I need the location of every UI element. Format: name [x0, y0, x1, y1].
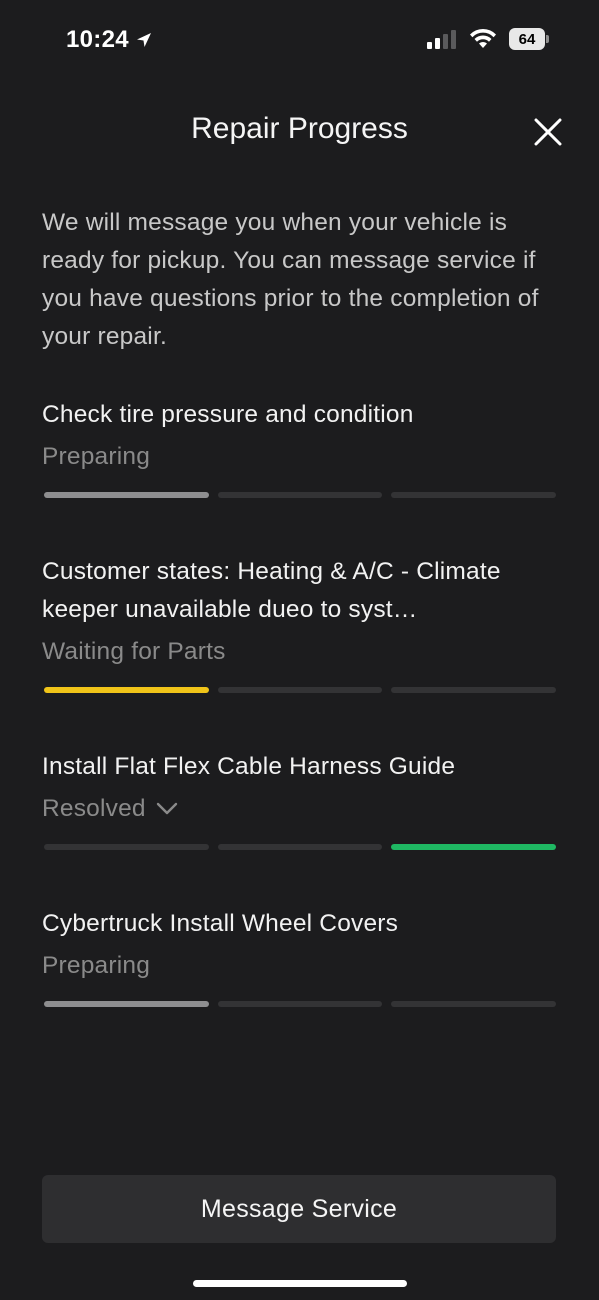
repair-item: Check tire pressure and condition Prepar…	[42, 396, 557, 498]
repair-item-status-toggle[interactable]: Resolved	[42, 790, 556, 828]
repair-item-status: Waiting for Parts	[42, 633, 556, 671]
progress-segment	[44, 844, 209, 850]
wifi-icon	[470, 28, 496, 48]
progress-segment	[391, 492, 557, 498]
chevron-down-icon	[156, 802, 177, 815]
repair-item-status-text: Resolved	[42, 795, 146, 822]
repair-item: Cybertruck Install Wheel Covers Preparin…	[42, 905, 557, 1007]
message-service-button[interactable]: Message Service	[42, 1175, 556, 1243]
battery-level: 64	[509, 28, 545, 50]
progress-segment	[217, 687, 383, 693]
home-indicator[interactable]	[193, 1280, 407, 1287]
cellular-signal-icon	[427, 30, 456, 49]
repair-item-status-text: Preparing	[42, 443, 151, 470]
repair-item: Customer states: Heating & A/C - Climate…	[42, 553, 557, 693]
progress-segment	[391, 687, 557, 693]
close-icon	[534, 118, 562, 146]
progress-bar	[44, 844, 557, 850]
battery-cap	[546, 35, 549, 43]
progress-segment	[44, 492, 209, 498]
repair-item-title: Customer states: Heating & A/C - Climate…	[42, 558, 501, 623]
repair-item-title: Check tire pressure and condition	[42, 401, 414, 428]
repair-item-title: Cybertruck Install Wheel Covers	[42, 910, 399, 937]
repair-item-status: Preparing	[42, 947, 556, 985]
close-button[interactable]	[533, 117, 563, 147]
progress-segment	[217, 1001, 383, 1007]
battery-icon: 64	[509, 28, 549, 50]
status-time: 10:24	[66, 26, 153, 54]
location-arrow-icon	[136, 33, 151, 47]
repair-item-status-text: Waiting for Parts	[42, 638, 226, 665]
page-title: Repair Progress	[191, 112, 408, 145]
repair-progress-screen: 10:24 64 Repair Progress We will message…	[0, 0, 599, 1300]
repair-item-title: Install Flat Flex Cable Harness Guide	[42, 753, 456, 780]
status-time-text: 10:24	[66, 26, 129, 53]
progress-segment	[44, 1001, 209, 1007]
progress-segment	[217, 844, 383, 850]
progress-bar	[44, 687, 557, 693]
progress-segment	[391, 844, 557, 850]
progress-segment	[391, 1001, 557, 1007]
repair-item-status: Preparing	[42, 438, 556, 476]
intro-text: We will message you when your vehicle is…	[42, 209, 539, 350]
repair-item: Install Flat Flex Cable Harness Guide Re…	[42, 748, 557, 850]
progress-bar	[44, 492, 557, 498]
progress-segment	[217, 492, 383, 498]
progress-bar	[44, 1001, 557, 1007]
repair-item-status-text: Preparing	[42, 952, 151, 979]
status-indicators: 64	[427, 28, 549, 50]
progress-segment	[44, 687, 209, 693]
